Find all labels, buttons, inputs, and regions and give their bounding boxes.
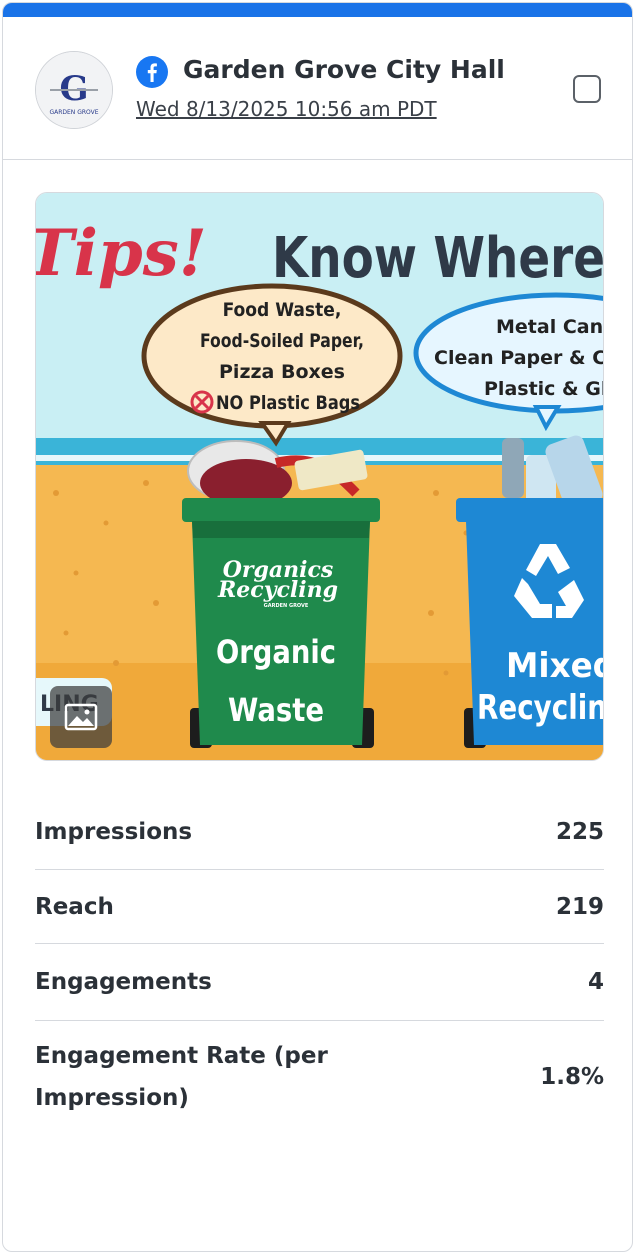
- svg-text:Mixed: Mixed: [506, 646, 604, 686]
- post-date-link[interactable]: Wed 8/13/2025 10:56 am PDT: [136, 97, 437, 121]
- image-type-badge: [50, 686, 112, 748]
- metric-value: 219: [555, 893, 604, 920]
- metric-label: Engagement Rate (per Impression): [35, 1043, 328, 1111]
- svg-text:NO Plastic Bags: NO Plastic Bags: [216, 392, 360, 414]
- facebook-icon: [136, 56, 168, 88]
- card-accent-bar: [3, 3, 632, 17]
- svg-text:Food Waste,: Food Waste,: [223, 299, 342, 321]
- svg-text:Metal Cans,: Metal Cans,: [496, 316, 604, 338]
- metric-label: Reach: [35, 893, 114, 920]
- account-name: Garden Grove City Hall: [183, 55, 505, 84]
- city-logo-icon: G GARDEN GROVE: [36, 52, 112, 128]
- svg-text:GARDEN GROVE: GARDEN GROVE: [49, 109, 98, 116]
- select-post-checkbox[interactable]: [573, 75, 601, 103]
- svg-text:Plastic & Glas: Plastic & Glas: [484, 378, 604, 400]
- recycling-tips-graphic: Tips! Know Where Food Waste, Food-Soiled…: [36, 193, 604, 760]
- metric-row-engagements: Engagements 4: [35, 944, 604, 1021]
- metric-row-impressions: Impressions 225: [35, 795, 604, 870]
- svg-text:Recycling: Recycling: [217, 577, 338, 603]
- svg-text:Clean Paper & Card: Clean Paper & Card: [434, 347, 604, 369]
- headline-tips: Tips!: [36, 216, 207, 291]
- metric-row-reach: Reach 219: [35, 870, 604, 944]
- svg-text:GARDEN GROVE: GARDEN GROVE: [264, 603, 309, 609]
- svg-text:Organic: Organic: [216, 633, 336, 671]
- post-header: G GARDEN GROVE Garden Grove City Hall We…: [3, 17, 632, 160]
- metric-label: Impressions: [35, 819, 193, 845]
- post-card: G GARDEN GROVE Garden Grove City Hall We…: [2, 2, 633, 1252]
- svg-text:Food-Soiled Paper,: Food-Soiled Paper,: [200, 330, 364, 352]
- metric-value: 225: [555, 819, 604, 845]
- metric-value: 1.8%: [540, 1064, 604, 1090]
- image-icon: [64, 703, 98, 731]
- svg-text:Recyclin: Recyclin: [477, 688, 604, 728]
- svg-text:Waste: Waste: [228, 691, 324, 729]
- metric-row-engagement-rate: Engagement Rate (per Impression) 1.8%: [35, 1021, 604, 1133]
- metrics-list: Impressions 225 Reach 219 Engagements 4 …: [35, 795, 604, 1133]
- post-image[interactable]: Tips! Know Where Food Waste, Food-Soiled…: [35, 192, 604, 761]
- metric-label: Engagements: [35, 969, 212, 995]
- avatar[interactable]: G GARDEN GROVE: [35, 51, 113, 129]
- svg-text:Pizza Boxes: Pizza Boxes: [219, 361, 345, 383]
- metric-value: 4: [587, 969, 604, 995]
- headline-know-where: Know Where: [272, 226, 604, 291]
